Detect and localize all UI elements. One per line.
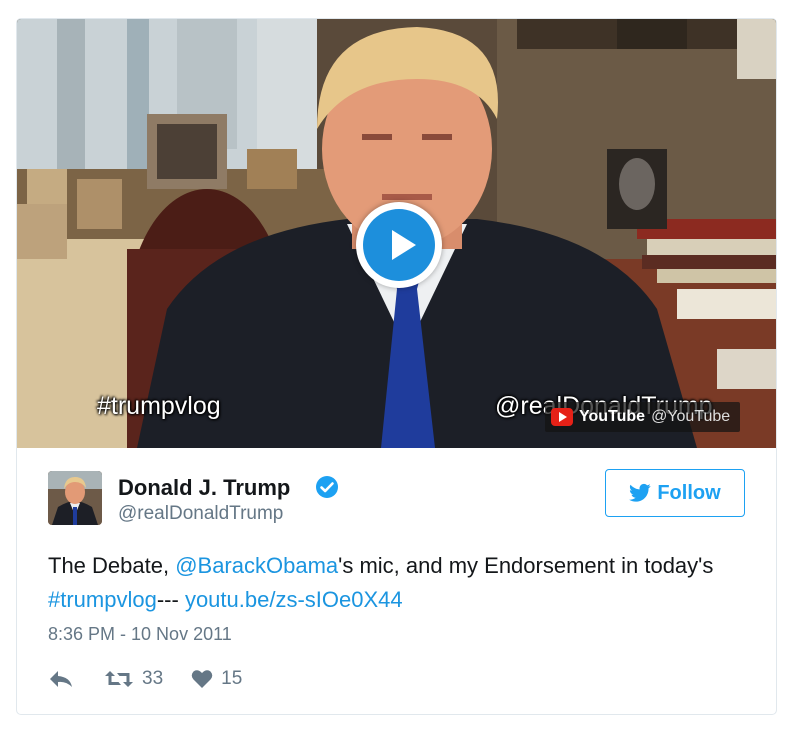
hashtag-link[interactable]: #trumpvlog bbox=[48, 587, 157, 612]
author-display-name[interactable]: Donald J. Trump bbox=[118, 475, 290, 501]
mention-link[interactable]: @BarackObama bbox=[175, 553, 338, 578]
youtube-badge[interactable]: YouTube @YouTube bbox=[545, 402, 741, 432]
play-icon bbox=[363, 209, 435, 281]
tweet-actions: 33 15 bbox=[48, 665, 242, 693]
reply-button[interactable] bbox=[48, 669, 74, 689]
tweet-timestamp[interactable]: 8:36 PM - 10 Nov 2011 bbox=[48, 624, 232, 645]
retweet-icon bbox=[105, 671, 133, 687]
heart-icon bbox=[191, 670, 213, 688]
tweet-card: #trumpvlog @realDonaldTrump YouTube @You… bbox=[16, 18, 777, 715]
like-count: 15 bbox=[221, 668, 243, 689]
like-button[interactable]: 15 bbox=[191, 668, 242, 690]
follow-label: Follow bbox=[657, 481, 721, 504]
video-player[interactable]: #trumpvlog @realDonaldTrump YouTube @You… bbox=[17, 19, 776, 448]
verified-badge-icon bbox=[316, 476, 338, 498]
video-hashtag-overlay: #trumpvlog bbox=[97, 392, 221, 420]
reply-icon bbox=[50, 671, 72, 687]
retweet-count: 33 bbox=[142, 668, 164, 689]
tweet-text-part: The Debate, bbox=[48, 553, 176, 578]
youtube-handle-label: @YouTube bbox=[651, 408, 731, 425]
author-screen-name[interactable]: @realDonaldTrump bbox=[118, 503, 283, 525]
play-button[interactable] bbox=[356, 202, 442, 288]
follow-button[interactable]: Follow bbox=[605, 469, 745, 517]
retweet-button[interactable]: 33 bbox=[104, 668, 163, 690]
youtube-brand-label: YouTube bbox=[579, 408, 646, 425]
tweet-text-part: 's mic, and my Endorsement in today's bbox=[338, 553, 714, 578]
url-link[interactable]: youtu.be/zs-sIOe0X44 bbox=[185, 587, 403, 612]
tweet-text: The Debate, @BarackObama's mic, and my E… bbox=[48, 549, 748, 617]
avatar[interactable] bbox=[48, 471, 102, 525]
tweet-text-part: --- bbox=[156, 587, 185, 612]
twitter-bird-icon bbox=[629, 483, 651, 502]
youtube-logo-icon bbox=[551, 408, 573, 426]
